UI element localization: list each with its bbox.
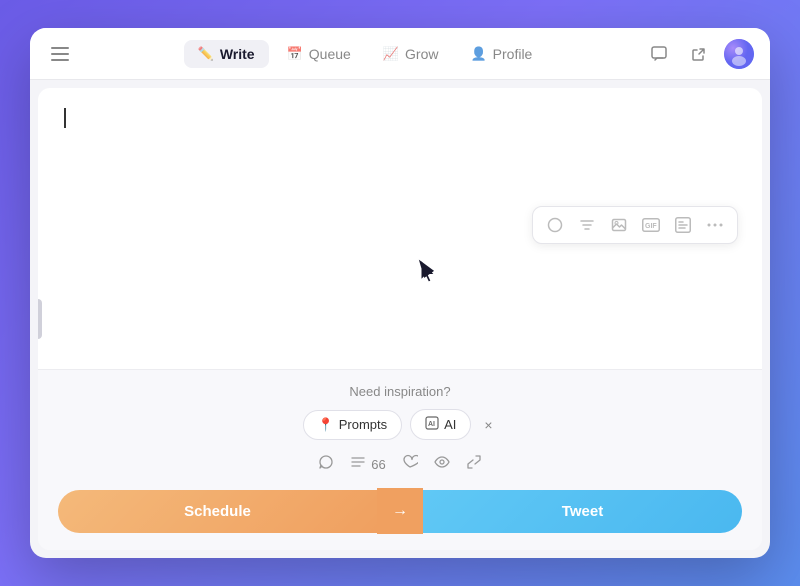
threads-count: 66: [371, 457, 385, 472]
arrow-button[interactable]: →: [377, 488, 423, 534]
editor-container: GIF: [38, 88, 762, 550]
tab-grow-label: Grow: [405, 46, 438, 62]
prompts-pill[interactable]: 📍 Prompts: [303, 410, 403, 440]
svg-text:AI: AI: [428, 421, 435, 428]
ai-pill-icon: AI: [425, 416, 439, 433]
editor-toolbar: GIF: [532, 206, 738, 244]
schedule-button[interactable]: Schedule: [58, 490, 377, 533]
titlebar: ✏️ Write 📅 Queue 📈 Grow 👤 Profile: [30, 28, 770, 80]
nav-tabs: ✏️ Write 📅 Queue 📈 Grow 👤 Profile: [86, 40, 644, 68]
write-icon: ✏️: [198, 46, 214, 62]
views-stat[interactable]: [434, 454, 450, 474]
threads-stat[interactable]: 66: [350, 454, 385, 474]
gif-toolbar-icon[interactable]: GIF: [639, 213, 663, 237]
tweet-label: Tweet: [562, 503, 603, 520]
sidebar-toggle-button[interactable]: [46, 40, 74, 68]
replies-stat[interactable]: [318, 454, 334, 474]
tab-queue-label: Queue: [309, 46, 351, 62]
ai-pill[interactable]: AI AI: [410, 409, 471, 440]
bottom-section: Need inspiration? 📍 Prompts AI AI ×: [38, 369, 762, 550]
poll-toolbar-icon[interactable]: [671, 213, 695, 237]
queue-icon: 📅: [287, 46, 303, 62]
inspiration-text: Need inspiration?: [58, 384, 742, 399]
tweet-button[interactable]: Tweet: [423, 490, 742, 533]
chat-button[interactable]: [644, 39, 674, 69]
main-window: ✏️ Write 📅 Queue 📈 Grow 👤 Profile: [30, 28, 770, 558]
text-cursor: [64, 108, 66, 128]
external-link-button[interactable]: [684, 39, 714, 69]
more-toolbar-icon[interactable]: [703, 213, 727, 237]
circle-toolbar-icon[interactable]: [543, 213, 567, 237]
prompts-pill-label: Prompts: [339, 417, 387, 432]
tab-grow[interactable]: 📈 Grow: [369, 40, 453, 68]
action-buttons: Schedule → Tweet: [58, 488, 742, 534]
close-pills-button[interactable]: ×: [479, 416, 497, 434]
editor-area[interactable]: GIF: [38, 88, 762, 369]
threads-icon: [350, 454, 366, 474]
titlebar-right: [644, 39, 754, 69]
svg-text:GIF: GIF: [645, 223, 657, 230]
schedule-label: Schedule: [184, 503, 251, 520]
grow-icon: 📈: [383, 46, 399, 62]
arrow-icon: →: [392, 502, 408, 520]
heart-icon: [402, 454, 418, 474]
profile-icon: 👤: [470, 46, 486, 62]
ai-pill-label: AI: [444, 417, 456, 432]
tab-profile-label: Profile: [493, 46, 533, 62]
expand-stat[interactable]: [466, 454, 482, 474]
stats-row: 66: [58, 454, 742, 474]
tab-write[interactable]: ✏️ Write: [184, 40, 269, 68]
expand-icon: [466, 454, 482, 474]
prompt-pills: 📍 Prompts AI AI ×: [58, 409, 742, 440]
avatar[interactable]: [724, 39, 754, 69]
prompts-pill-icon: 📍: [318, 417, 334, 433]
replies-icon: [318, 454, 334, 474]
tab-queue[interactable]: 📅 Queue: [273, 40, 365, 68]
filter-toolbar-icon[interactable]: [575, 213, 599, 237]
likes-stat[interactable]: [402, 454, 418, 474]
image-toolbar-icon[interactable]: [607, 213, 631, 237]
eye-icon: [434, 454, 450, 474]
tab-profile[interactable]: 👤 Profile: [456, 40, 546, 68]
tab-write-label: Write: [220, 46, 255, 62]
